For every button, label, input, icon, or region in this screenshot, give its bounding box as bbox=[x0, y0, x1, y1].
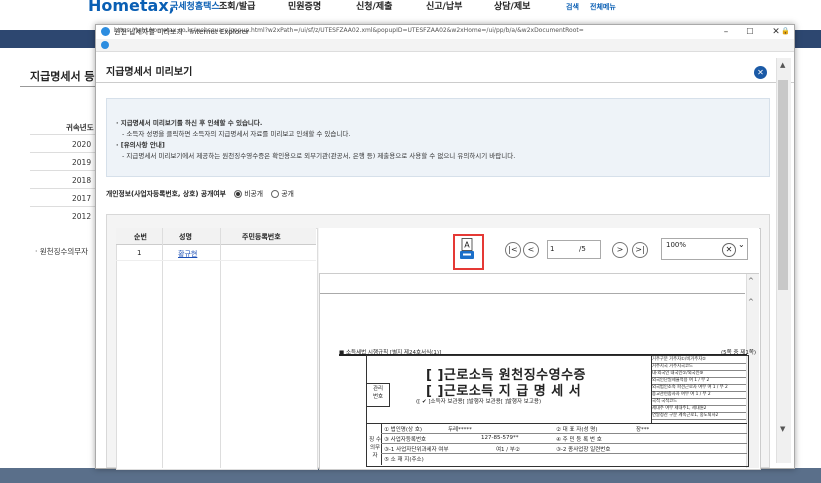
total-pages: /5 bbox=[579, 245, 586, 253]
search-link[interactable]: 검색 bbox=[566, 2, 579, 12]
divider bbox=[30, 188, 100, 189]
info-line: · [유의사항 안내] bbox=[116, 141, 165, 149]
col-header-name: 성명 bbox=[179, 233, 192, 241]
divider bbox=[30, 206, 100, 207]
maximize-button[interactable]: ☐ bbox=[740, 25, 760, 39]
address-bar[interactable] bbox=[96, 39, 794, 52]
scroll-up-icon[interactable]: ▲ bbox=[780, 61, 785, 69]
earner-list bbox=[116, 228, 318, 470]
privacy-label: 개인정보(사업자등록번호, 상호) 공개여부 bbox=[106, 190, 226, 198]
chevron-down-icon[interactable]: ⌄ bbox=[738, 240, 745, 249]
col-header-no: 순번 bbox=[134, 233, 147, 241]
nav-certificate[interactable]: 민원증명 bbox=[288, 0, 321, 12]
nav-consult[interactable]: 상담/제보 bbox=[494, 0, 530, 12]
next-page-button[interactable]: > bbox=[612, 242, 628, 258]
divider bbox=[220, 228, 221, 468]
chevron-up-icon[interactable]: ^ bbox=[748, 277, 754, 285]
first-page-button[interactable]: |< bbox=[505, 242, 521, 258]
background-page-title: 지급명세서 등 bbox=[30, 70, 95, 83]
field-unit-tax-value: 여1 / 부② bbox=[496, 447, 520, 453]
info-line: · 지급명세서 미리보기를 하신 후 인쇄할 수 있습니다. bbox=[116, 119, 263, 127]
field-rep-value: 장*** bbox=[636, 427, 650, 433]
year-item[interactable]: 2019 bbox=[72, 158, 91, 167]
url-text[interactable]: https://teht.hometax.go.kr/websquare/pop… bbox=[114, 27, 584, 34]
nav-report-pay[interactable]: 신고/납부 bbox=[426, 0, 462, 12]
divider bbox=[20, 86, 106, 87]
nts-logo-text: 국세청홈택스 bbox=[170, 2, 220, 12]
field-company-label: ① 법인명(상 호) bbox=[384, 427, 423, 433]
ie-popup-window: 원천 납세자별 미리보기 - Internet Explorer – ☐ ✕ h… bbox=[95, 24, 795, 470]
divider bbox=[381, 423, 382, 465]
divider bbox=[381, 453, 747, 454]
all-menu-link[interactable]: 전체메뉴 bbox=[590, 2, 616, 12]
chevron-up-icon[interactable]: ^ bbox=[748, 298, 754, 306]
background-note: · 원천징수의무자 bbox=[35, 247, 89, 256]
row-no: 1 bbox=[137, 249, 142, 257]
zoom-value[interactable]: 100% bbox=[666, 241, 686, 249]
minimize-button[interactable]: – bbox=[716, 25, 736, 39]
zoom-clear-icon[interactable]: ✕ bbox=[722, 243, 736, 257]
year-header: 귀속년도 bbox=[66, 123, 94, 132]
divider bbox=[320, 293, 745, 294]
ie-page-icon bbox=[101, 41, 109, 49]
field-rrn-label: ④ 주 민 등 록 번 호 bbox=[556, 437, 602, 443]
divider bbox=[30, 152, 100, 153]
divider bbox=[162, 228, 163, 468]
year-item[interactable]: 2012 bbox=[72, 212, 91, 221]
current-page[interactable]: 1 bbox=[550, 245, 554, 253]
radio-public[interactable] bbox=[271, 190, 280, 198]
hometax-logo[interactable]: Hometax, bbox=[88, 0, 175, 15]
year-item[interactable]: 2018 bbox=[72, 176, 91, 185]
form-subtitle: ([ ✔ ]소득자 보관용[ ]발행자 보관용[ ]발행자 보고용) bbox=[416, 399, 542, 405]
year-item[interactable]: 2017 bbox=[72, 194, 91, 203]
field-unit-tax-label: ③-1 사업자단위과세자 여부 bbox=[384, 447, 449, 453]
radio-public-label[interactable]: 공개 bbox=[281, 190, 294, 198]
divider bbox=[381, 443, 747, 444]
divider bbox=[366, 423, 747, 424]
field-branch-label: ③-2 종사업장 일련번호 bbox=[556, 447, 611, 453]
radio-private[interactable] bbox=[234, 190, 243, 198]
residence-row: 연말정산 구분 계속근로1, 중도퇴사2 bbox=[652, 412, 746, 420]
field-bizno-value: 127-85-579** bbox=[481, 435, 519, 441]
privacy-setting: 개인정보(사업자등록번호, 상호) 공개여부 비공개 공개 bbox=[106, 188, 294, 198]
divider bbox=[381, 433, 747, 434]
prev-page-button[interactable]: < bbox=[523, 242, 539, 258]
popup-header bbox=[96, 52, 794, 83]
page-input[interactable] bbox=[547, 240, 601, 259]
year-item[interactable]: 2020 bbox=[72, 140, 91, 149]
ie-icon bbox=[101, 27, 110, 36]
nav-apply[interactable]: 신청/제출 bbox=[356, 0, 392, 12]
lock-icon: 🔒 bbox=[781, 27, 790, 35]
field-company-value: 두레***** bbox=[448, 427, 472, 433]
scroll-down-icon[interactable]: ▼ bbox=[780, 425, 785, 433]
field-rep-label: ② 대 표 자(성 명) bbox=[556, 427, 598, 433]
divider bbox=[30, 134, 100, 135]
table-row[interactable] bbox=[116, 245, 316, 261]
printer-icon[interactable]: A bbox=[460, 238, 474, 260]
info-line: - 지급명세서 미리보기에서 제공하는 원천징수영수증은 확인용으로 외부기관(… bbox=[122, 152, 516, 160]
last-page-button[interactable]: >| bbox=[632, 242, 648, 258]
divider bbox=[30, 170, 100, 171]
info-line: - 소득자 성명을 클릭하면 소득자의 지급명세서 자료를 미리보고 인쇄할 수… bbox=[122, 130, 351, 138]
field-address-label: ⑤ 소 재 지(주소) bbox=[384, 457, 424, 463]
manage-number-box: 관리 번호 bbox=[366, 383, 390, 407]
scrollbar-thumb[interactable] bbox=[778, 80, 788, 290]
print-letter: A bbox=[464, 241, 470, 250]
col-header-rrn: 주민등록번호 bbox=[242, 233, 281, 241]
field-bizno-label: ③ 사업자등록번호 bbox=[384, 437, 427, 443]
popup-title: 지급명세서 미리보기 bbox=[106, 67, 193, 78]
payer-label: 징 수 의무자 bbox=[369, 437, 381, 459]
close-icon[interactable]: ✕ bbox=[754, 66, 767, 79]
radio-private-label[interactable]: 비공개 bbox=[244, 190, 263, 198]
nav-inquiry[interactable]: 조회/발급 bbox=[219, 0, 255, 12]
earner-name-link[interactable]: 황규현 bbox=[178, 249, 197, 259]
